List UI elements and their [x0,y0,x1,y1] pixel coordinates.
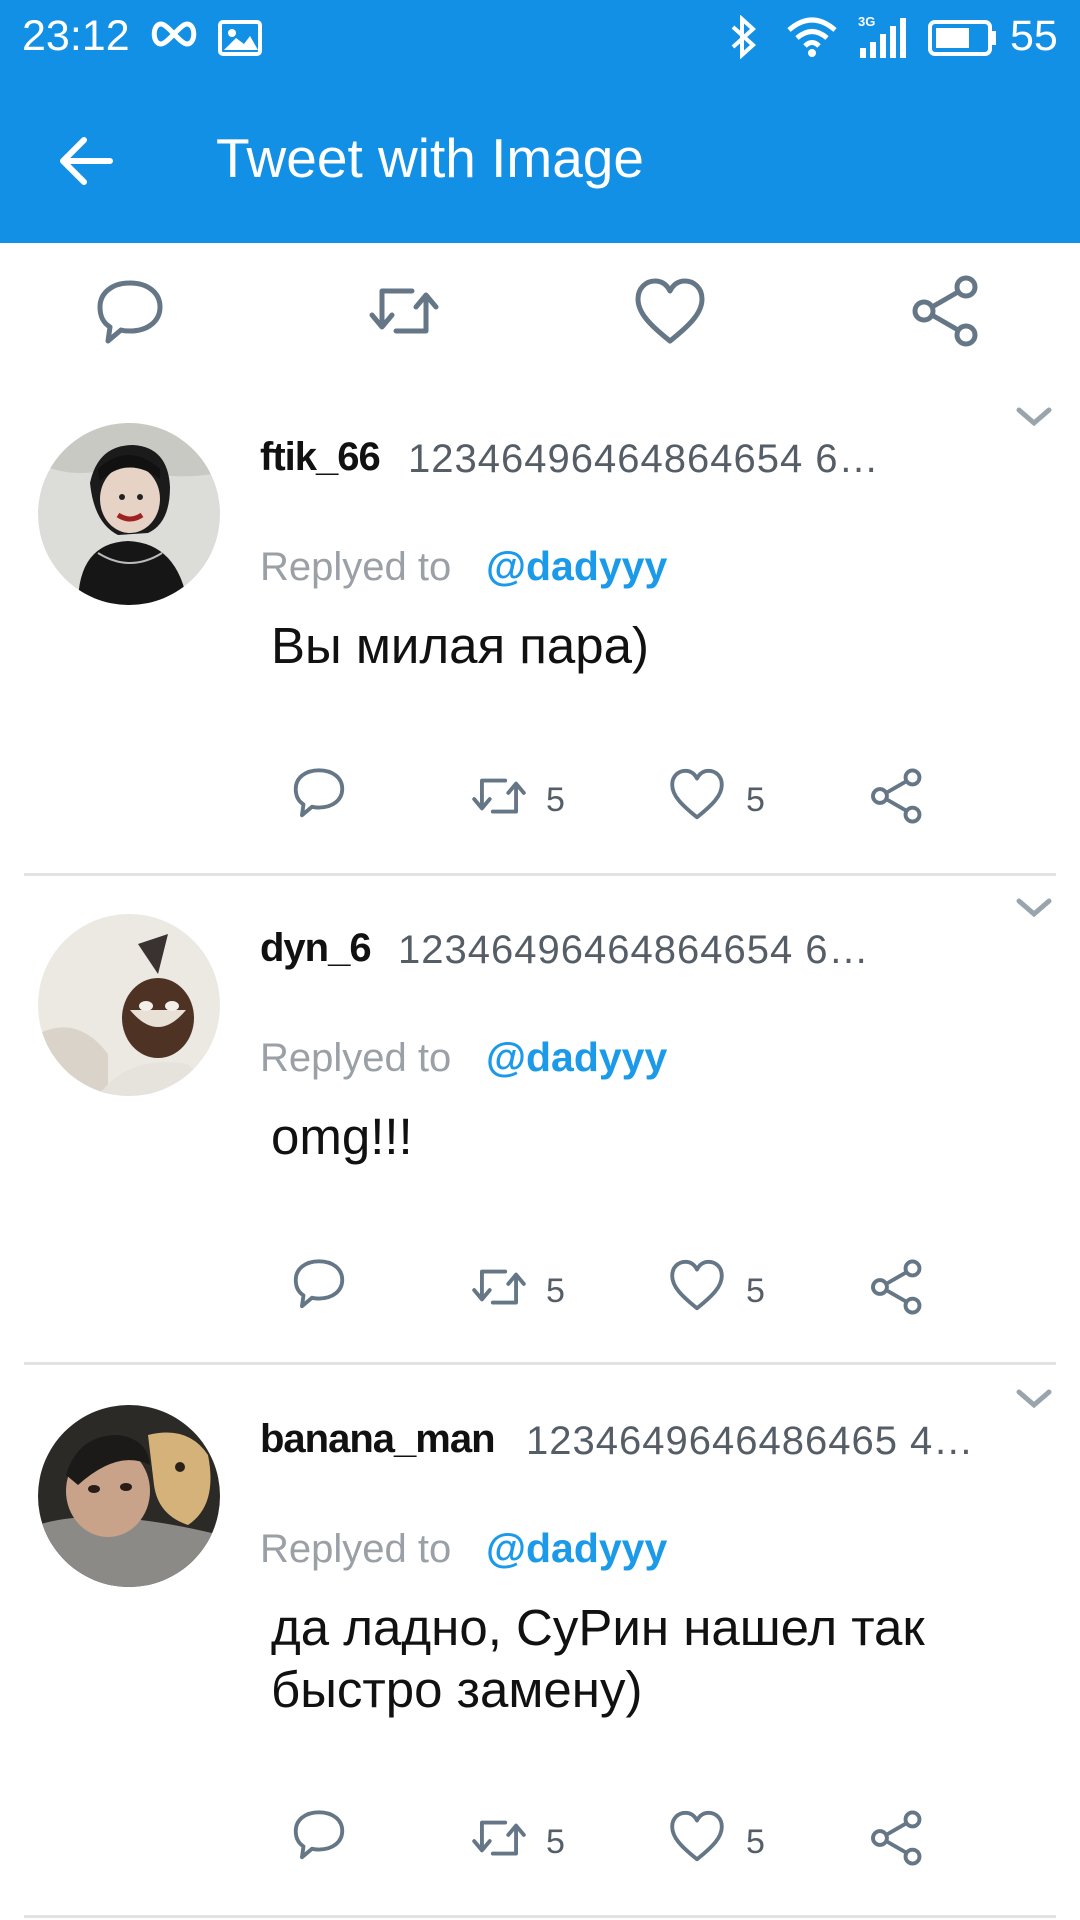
replied-to-label: Replyed to [260,545,452,589]
reply-icon [293,768,345,818]
reply-icon [293,1259,345,1309]
heart-icon [635,278,705,344]
share-icon [871,1259,922,1315]
share-icon [871,1810,922,1866]
reply-text: omg!!! [271,1108,413,1165]
app-bar: Tweet with Image [0,76,1080,243]
signal-icon [858,16,910,60]
retweet-button[interactable] [364,271,444,351]
retweet-button[interactable] [468,765,530,827]
reply-icon [293,1810,345,1860]
reply-username[interactable]: banana_man [260,1417,496,1462]
avatar[interactable] [38,914,220,1096]
like-button[interactable] [666,1805,728,1867]
reply-icon [97,280,163,344]
reply-user-id: 12346496464864654 6… [408,437,880,481]
retweet-icon [472,778,526,814]
heart-icon [670,1259,724,1311]
reply-user-id: 1234649646486465 4… [526,1419,975,1463]
reply-text: да ладно, СуРин нашел так быстро замену) [271,1599,925,1718]
heart-icon [670,768,724,820]
reply-item: ftik_66 12346496464864654 6… Replyed to … [0,373,1080,876]
status-time: 23:12 [22,12,130,60]
like-button[interactable] [666,763,728,825]
reply-button[interactable] [288,1252,350,1314]
chevron-down-icon[interactable] [1014,1387,1054,1411]
retweet-count: 5 [546,781,565,819]
retweet-count: 5 [546,1272,565,1310]
replied-to-mention[interactable]: @dadyyy [486,1525,667,1572]
like-count: 5 [746,1823,765,1861]
heart-icon [670,1810,724,1862]
back-button[interactable] [52,126,122,196]
retweet-button[interactable] [468,1256,530,1318]
replied-to-mention[interactable]: @dadyyy [486,543,667,590]
status-bar: 23:12 3G 55 [0,0,1080,76]
avatar[interactable] [38,423,220,605]
chevron-down-icon[interactable] [1014,405,1054,429]
like-button[interactable] [666,1254,728,1316]
share-button[interactable] [906,271,986,351]
replied-to-label: Replyed to [260,1036,452,1080]
reply-text: Вы милая пара) [271,617,649,674]
share-button[interactable] [866,1256,928,1318]
replied-to-label: Replyed to [260,1527,452,1571]
reply-username[interactable]: ftik_66 [260,435,381,480]
infinity-icon [148,18,200,50]
battery-icon [928,20,998,56]
retweet-icon [369,288,439,334]
share-button[interactable] [866,765,928,827]
retweet-icon [472,1820,526,1856]
chevron-down-icon[interactable] [1014,896,1054,920]
page-title: Tweet with Image [216,127,644,189]
retweet-icon [472,1269,526,1305]
reply-button[interactable] [288,1803,350,1865]
share-icon [912,275,978,347]
like-count: 5 [746,781,765,819]
share-button[interactable] [866,1807,928,1869]
bluetooth-icon [728,15,758,59]
replied-to-mention[interactable]: @dadyyy [486,1034,667,1081]
wifi-icon [786,16,838,58]
retweet-button[interactable] [468,1807,530,1869]
reply-button[interactable] [90,271,170,351]
reply-button[interactable] [288,761,350,823]
reply-user-id: 12346496464864654 6… [398,928,870,972]
tweet-action-bar [0,243,1080,373]
reply-item: banana_man 1234649646486465 4… Replyed t… [0,1355,1080,1920]
retweet-count: 5 [546,1823,565,1861]
like-button[interactable] [630,271,710,351]
like-count: 5 [746,1272,765,1310]
arrow-left-icon [60,137,113,185]
share-icon [871,768,922,824]
avatar[interactable] [38,1405,220,1587]
reply-item: dyn_6 12346496464864654 6… Replyed to @d… [0,864,1080,1365]
battery-level: 55 [1010,12,1058,60]
divider [24,1915,1056,1918]
gallery-icon [218,20,262,56]
reply-username[interactable]: dyn_6 [260,926,372,971]
